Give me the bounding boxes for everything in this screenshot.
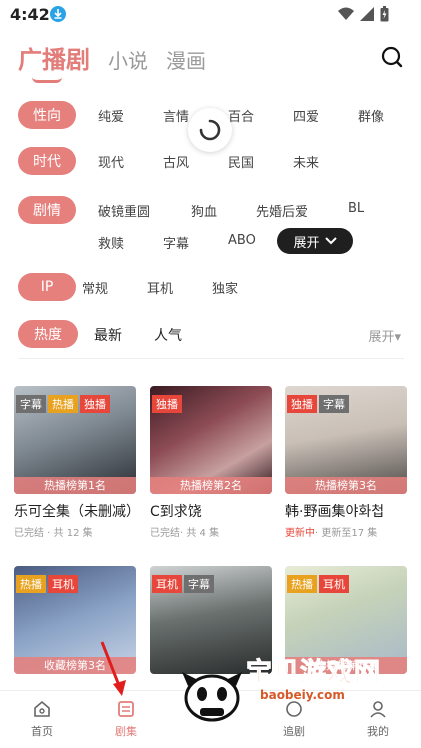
drama-card[interactable]: 独播 热播榜第2名 C到求饶 已完结· 共 4 集 xyxy=(150,386,272,539)
drama-title[interactable]: C到求饶 xyxy=(150,501,272,521)
sort-row: 热度 最新 人气 展开▾ xyxy=(0,318,421,354)
badge-hot: 热播 xyxy=(16,575,46,593)
filter-option[interactable]: 字幕 xyxy=(163,233,189,252)
search-icon xyxy=(381,46,403,68)
drama-meta: 已完结· 共 4 集 xyxy=(150,528,220,539)
filter-option[interactable]: 古风 xyxy=(163,152,189,171)
loading-spinner xyxy=(188,108,232,152)
drama-title[interactable]: 韩·野画集야화첩 xyxy=(285,501,407,521)
mascot-logo xyxy=(182,672,242,722)
filter-option[interactable]: 救赎 xyxy=(98,233,124,252)
filter-option[interactable]: ABO xyxy=(228,233,256,248)
drama-meta: 已完结 · 共 12 集 xyxy=(14,528,93,539)
tab-radio-drama[interactable]: 广播剧 xyxy=(18,40,90,83)
annotation-arrow xyxy=(100,641,126,696)
watermark: 宝贝游戏网 baobeiy.com xyxy=(180,652,420,742)
wifi-icon xyxy=(338,7,354,20)
tab-novel[interactable]: 小说 xyxy=(108,45,148,74)
filter-option[interactable]: 未来 xyxy=(293,152,319,171)
filter-option[interactable]: 狗血 xyxy=(191,201,217,220)
filter-option[interactable]: 先婚后爱 xyxy=(256,201,308,220)
filter-option[interactable]: 纯爱 xyxy=(98,106,124,125)
spinner-icon xyxy=(199,119,221,141)
chevron-down-icon xyxy=(324,237,337,245)
battery-icon xyxy=(380,6,389,22)
nav-home[interactable]: 首页 xyxy=(12,699,72,739)
filter-chip-plot[interactable]: 剧情 xyxy=(18,196,76,224)
sort-option-popular[interactable]: 人气 xyxy=(154,325,182,345)
filter-option[interactable]: 民国 xyxy=(228,152,254,171)
expand-label: 展开 xyxy=(293,235,320,251)
signal-icon xyxy=(360,7,374,21)
drama-card[interactable]: 字幕 热播 独播 热播榜第1名 乐可全集（未删减） 已完结 · 共 12 集 xyxy=(14,386,136,539)
sort-expand-button[interactable]: 展开▾ xyxy=(368,326,401,345)
expand-button[interactable]: 展开 xyxy=(277,228,353,254)
status-bar: 4:42 xyxy=(0,0,421,30)
home-icon xyxy=(34,700,50,717)
rank-label: 热播榜第2名 xyxy=(150,477,272,494)
badge-headphone: 耳机 xyxy=(48,575,78,593)
badge-headphone: 耳机 xyxy=(152,575,182,593)
badge-hot: 热播 xyxy=(287,575,317,593)
tab-active-indicator xyxy=(32,77,62,83)
filter-option[interactable]: 独家 xyxy=(212,278,238,297)
top-tabs: 广播剧 小说 漫画 xyxy=(18,40,206,83)
filter-option[interactable]: 破镜重圆 xyxy=(98,201,150,220)
filter-option[interactable]: 四爱 xyxy=(293,106,319,125)
status-time: 4:42 xyxy=(10,5,50,24)
badge-headphone: 耳机 xyxy=(319,575,349,593)
filter-row-type: IP 常规 耳机 独家 xyxy=(0,273,421,303)
drama-cover[interactable]: 字幕 热播 独播 热播榜第1名 xyxy=(14,386,136,494)
rank-label: 热播榜第3名 xyxy=(285,477,407,494)
drama-cover[interactable]: 独播 热播榜第2名 xyxy=(150,386,272,494)
filter-chip-orientation[interactable]: 性向 xyxy=(18,101,76,129)
filter-option[interactable]: 群像 xyxy=(358,106,384,125)
sort-option-latest[interactable]: 最新 xyxy=(94,325,122,345)
watermark-text: 宝贝游戏网 xyxy=(245,658,382,689)
divider xyxy=(18,358,404,359)
badge-subtitle: 字幕 xyxy=(319,395,349,413)
drama-meta: 更新中· 更新至17 集 xyxy=(285,528,378,539)
badge-subtitle: 字幕 xyxy=(184,575,214,593)
filter-option[interactable]: 常规 xyxy=(82,278,108,297)
filter-option[interactable]: 言情 xyxy=(163,106,189,125)
badge-exclusive: 独播 xyxy=(152,395,182,413)
filter-option[interactable]: 现代 xyxy=(98,152,124,171)
rank-label: 热播榜第1名 xyxy=(14,477,136,494)
badge-hot: 热播 xyxy=(48,395,78,413)
drama-card[interactable]: 独播 字幕 热播榜第3名 韩·野画集야화첩 更新中· 更新至17 集 xyxy=(285,386,407,539)
filter-chip-ip[interactable]: IP xyxy=(18,273,76,301)
watermark-url: baobeiy.com xyxy=(260,688,345,702)
filter-option[interactable]: 耳机 xyxy=(147,278,173,297)
download-icon xyxy=(50,6,66,22)
filter-row-plot: 剧情 破镜重圆 狗血 先婚后爱 BL xyxy=(0,196,421,226)
badge-exclusive: 独播 xyxy=(80,395,110,413)
filter-row-plot-2: 救赎 字幕 ABO 展开 xyxy=(0,228,421,258)
filter-option[interactable]: 百合 xyxy=(228,106,254,125)
search-button[interactable] xyxy=(381,46,403,68)
nav-episodes[interactable]: 剧集 xyxy=(96,699,156,739)
filter-chip-era[interactable]: 时代 xyxy=(18,147,76,175)
drama-cover[interactable]: 独播 字幕 热播榜第3名 xyxy=(285,386,407,494)
filter-option[interactable]: BL xyxy=(348,201,364,216)
drama-title[interactable]: 乐可全集（未删减） xyxy=(14,501,136,521)
sort-chip-popularity[interactable]: 热度 xyxy=(18,320,78,348)
badge-subtitle: 字幕 xyxy=(16,395,46,413)
tab-comic[interactable]: 漫画 xyxy=(166,45,206,74)
badge-exclusive: 独播 xyxy=(287,395,317,413)
episodes-icon xyxy=(118,701,134,717)
